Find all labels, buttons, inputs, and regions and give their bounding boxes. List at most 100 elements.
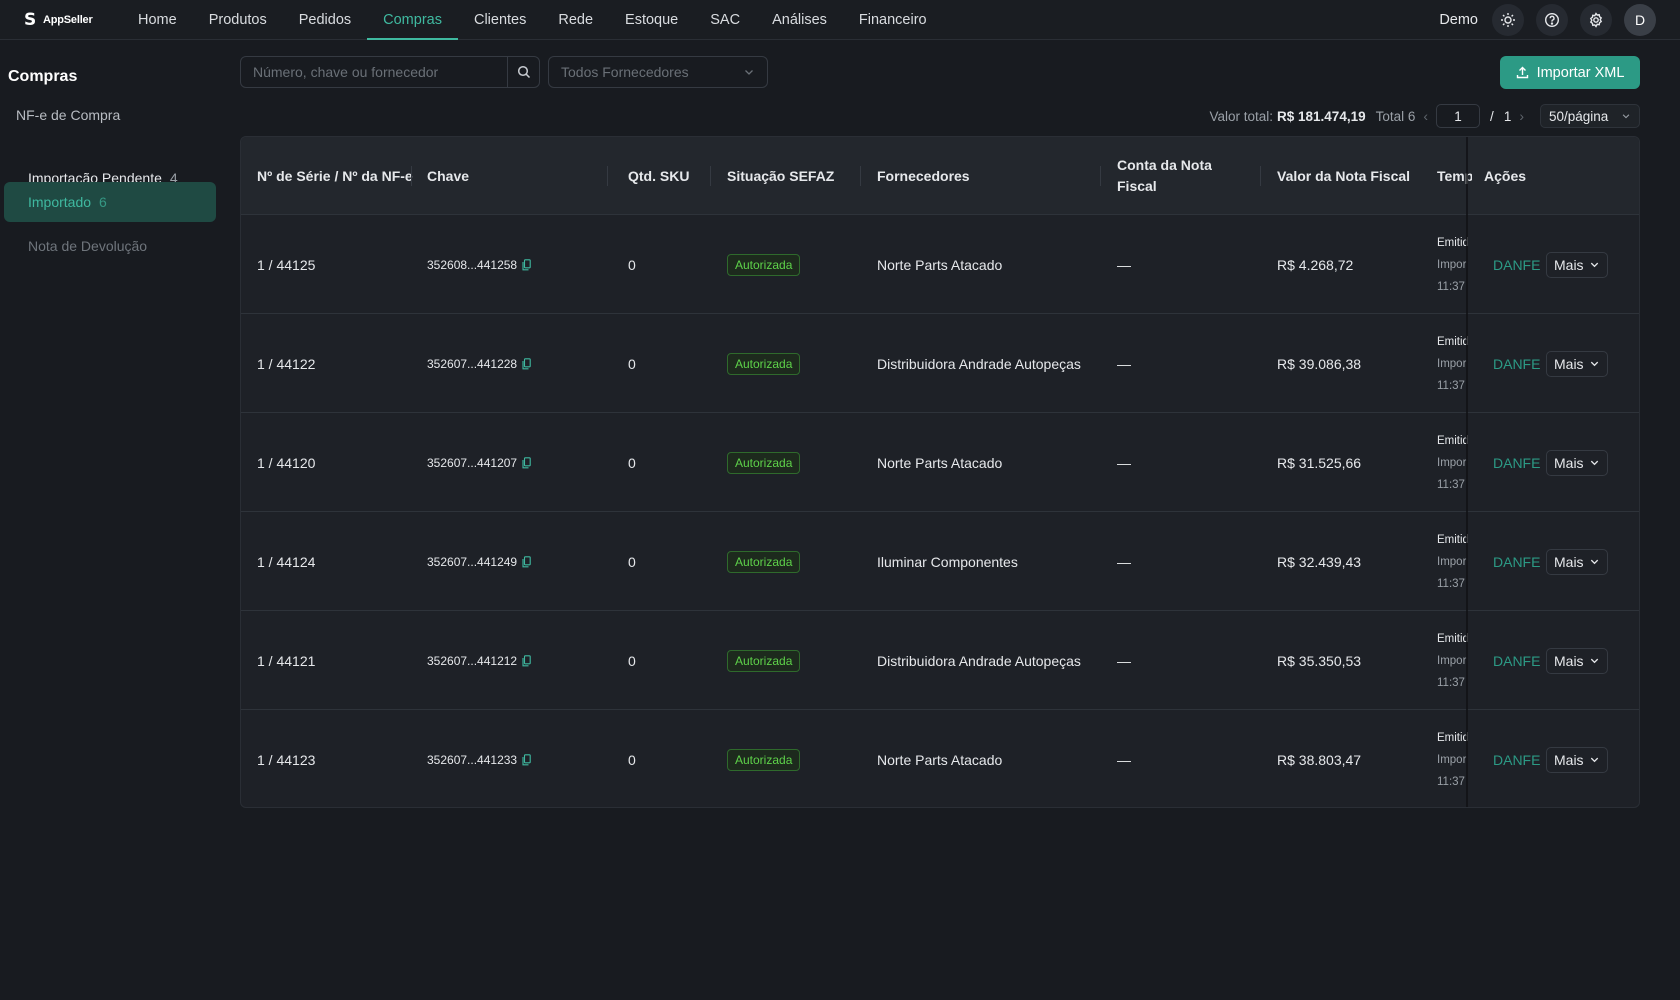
cell-chave: 352607...441228 bbox=[427, 314, 531, 413]
cell-conta-nota: — bbox=[1117, 454, 1131, 471]
danfe-link[interactable]: DANFE bbox=[1493, 413, 1540, 512]
danfe-link[interactable]: DANFE bbox=[1493, 611, 1540, 710]
upload-icon bbox=[1516, 66, 1528, 79]
cell-tempo: Emitid Impor 11:37 bbox=[1437, 215, 1468, 314]
cell-qtd-sku: 0 bbox=[628, 256, 636, 273]
nav-compras[interactable]: Compras bbox=[367, 0, 458, 40]
cell-mais: Mais bbox=[1546, 215, 1608, 314]
cell-qtd-sku: 0 bbox=[628, 652, 636, 669]
table-row[interactable]: 1 / 44123 352607...441233 0 Autorizada N… bbox=[241, 710, 1639, 807]
more-actions-dropdown[interactable]: Mais bbox=[1546, 350, 1608, 377]
more-actions-dropdown[interactable]: Mais bbox=[1546, 746, 1608, 773]
danfe-link[interactable]: DANFE bbox=[1493, 215, 1540, 314]
cell-mais: Mais bbox=[1546, 611, 1608, 710]
cell-mais: Mais bbox=[1546, 413, 1608, 512]
cell-serie: 1 / 44121 bbox=[257, 652, 316, 669]
copy-icon[interactable] bbox=[522, 654, 531, 667]
column-header-label: Ações bbox=[1484, 167, 1527, 184]
top-navigation-bar: S AppSeller Home Produtos Pedidos Compra… bbox=[0, 0, 1680, 40]
fixed-column-shadow bbox=[1466, 137, 1468, 807]
copy-icon[interactable] bbox=[522, 555, 531, 568]
settings-button[interactable] bbox=[1580, 4, 1612, 36]
copy-icon[interactable] bbox=[522, 753, 531, 766]
emission-label: Emitid bbox=[1437, 732, 1468, 744]
nav-analises[interactable]: Análises bbox=[756, 0, 843, 40]
user-avatar[interactable]: D bbox=[1624, 4, 1656, 36]
table-row[interactable]: 1 / 44122 352607...441228 0 Autorizada D… bbox=[241, 314, 1639, 413]
help-button[interactable] bbox=[1536, 4, 1568, 36]
nav-rede[interactable]: Rede bbox=[542, 0, 609, 40]
column-header-chave: Chave bbox=[427, 137, 577, 215]
copy-icon[interactable] bbox=[522, 456, 531, 469]
account-label[interactable]: Demo bbox=[1439, 12, 1478, 28]
gear-icon bbox=[1589, 12, 1603, 28]
more-actions-dropdown[interactable]: Mais bbox=[1546, 548, 1608, 575]
chevron-down-icon bbox=[1590, 757, 1599, 763]
supplier-select[interactable]: Todos Fornecedores bbox=[548, 56, 768, 88]
appseller-logo[interactable]: S AppSeller bbox=[24, 11, 93, 29]
nav-sac[interactable]: SAC bbox=[694, 0, 756, 40]
table-row[interactable]: 1 / 44121 352607...441212 0 Autorizada D… bbox=[241, 611, 1639, 710]
emission-label: Emitid bbox=[1437, 534, 1468, 546]
danfe-link[interactable]: DANFE bbox=[1493, 710, 1540, 807]
danfe-link[interactable]: DANFE bbox=[1493, 512, 1540, 611]
nav-pedidos[interactable]: Pedidos bbox=[283, 0, 367, 40]
table-row[interactable]: 1 / 44124 352607...441249 0 Autorizada I… bbox=[241, 512, 1639, 611]
prev-page-icon[interactable]: ‹ bbox=[1423, 108, 1428, 124]
column-header-situacao-sefaz: Situação SEFAZ bbox=[727, 137, 857, 215]
import-xml-button[interactable]: Importar XML bbox=[1500, 56, 1640, 89]
copy-icon[interactable] bbox=[522, 258, 531, 271]
nav-estoque[interactable]: Estoque bbox=[609, 0, 694, 40]
chevron-down-icon bbox=[1590, 559, 1599, 565]
page-count: 1 bbox=[1503, 108, 1512, 124]
next-page-icon[interactable]: › bbox=[1519, 108, 1524, 124]
cell-qtd-sku: 0 bbox=[628, 454, 636, 471]
more-actions-dropdown[interactable]: Mais bbox=[1546, 449, 1608, 476]
cell-fornecedor: Norte Parts Atacado bbox=[877, 256, 1003, 273]
cell-situacao-sefaz: Autorizada bbox=[727, 314, 801, 413]
danfe-link[interactable]: DANFE bbox=[1493, 314, 1540, 413]
theme-toggle-button[interactable] bbox=[1492, 4, 1524, 36]
sidebar-item-nota-devolucao[interactable]: Nota de Devolução bbox=[4, 226, 216, 266]
cell-serie: 1 / 44124 bbox=[257, 553, 316, 570]
chevron-down-icon bbox=[745, 70, 753, 75]
nav-home[interactable]: Home bbox=[122, 0, 193, 40]
table-row[interactable]: 1 / 44125 352608...441258 0 Autorizada N… bbox=[241, 215, 1639, 314]
page-size-select[interactable]: 50/página bbox=[1540, 104, 1640, 128]
cell-chave: 352607...441212 bbox=[427, 611, 531, 710]
cell-valor-nota: R$ 32.439,43 bbox=[1277, 553, 1362, 570]
copy-icon[interactable] bbox=[522, 357, 531, 370]
import-xml-label: Importar XML bbox=[1536, 64, 1625, 81]
emission-label: Emitid bbox=[1437, 237, 1468, 249]
table-row[interactable]: 1 / 44120 352607...441207 0 Autorizada N… bbox=[241, 413, 1639, 512]
sidebar-group-label: NF-e de Compra bbox=[16, 107, 121, 123]
nav-produtos[interactable]: Produtos bbox=[193, 0, 283, 40]
chevron-down-icon bbox=[1590, 361, 1599, 367]
page-separator: / bbox=[1490, 108, 1494, 124]
cell-serie: 1 / 44122 bbox=[257, 355, 316, 372]
search-button[interactable] bbox=[507, 57, 539, 87]
time-label: 11:37 bbox=[1437, 578, 1465, 590]
column-header-valor-nota: Valor da Nota Fiscal bbox=[1277, 137, 1417, 215]
nav-financeiro[interactable]: Financeiro bbox=[843, 0, 943, 40]
column-divider bbox=[1260, 166, 1261, 186]
total-count: Total 6 bbox=[1375, 108, 1416, 124]
cell-mais: Mais bbox=[1546, 314, 1608, 413]
cell-tempo: Emitid Impor 11:37 bbox=[1437, 611, 1468, 710]
sidebar-item-importado[interactable]: Importado 6 bbox=[4, 182, 216, 222]
cell-conta-nota: — bbox=[1117, 652, 1131, 669]
cell-valor-nota: R$ 38.803,47 bbox=[1277, 751, 1362, 768]
more-actions-dropdown[interactable]: Mais bbox=[1546, 251, 1608, 278]
cell-chave: 352608...441258 bbox=[427, 215, 531, 314]
status-badge: Autorizada bbox=[727, 748, 801, 771]
more-actions-label: Mais bbox=[1554, 355, 1584, 372]
cell-tempo: Emitid Impor 11:37 bbox=[1437, 512, 1468, 611]
total-value: R$ 181.474,19 bbox=[1277, 108, 1366, 124]
more-actions-dropdown[interactable]: Mais bbox=[1546, 647, 1608, 674]
time-label: 11:37 bbox=[1437, 776, 1465, 788]
nav-clientes[interactable]: Clientes bbox=[458, 0, 542, 40]
cell-valor-nota: R$ 35.350,53 bbox=[1277, 652, 1362, 669]
current-page-input[interactable]: 1 bbox=[1436, 104, 1481, 128]
column-header-conta-nota: Conta da Nota Fiscal bbox=[1117, 137, 1227, 215]
search-input[interactable] bbox=[241, 57, 507, 87]
